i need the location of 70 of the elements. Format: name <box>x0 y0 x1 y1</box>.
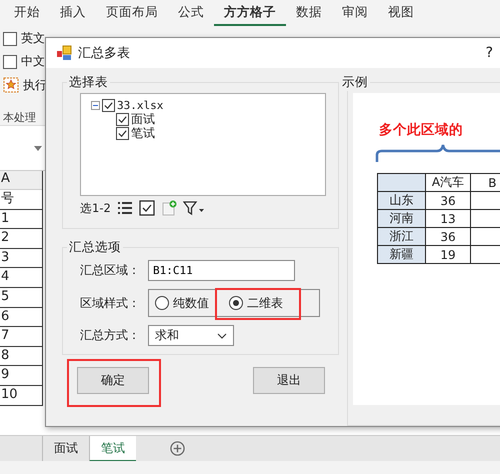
radio-label[interactable]: 二维表 <box>247 294 283 312</box>
table-row-header: 浙江 <box>378 228 426 246</box>
ribbon-tab[interactable]: 视图 <box>378 0 424 26</box>
selection-count: 选1-2 <box>80 200 111 216</box>
filter-icon[interactable] <box>182 200 205 216</box>
ribbon-tab[interactable]: 页面布局 <box>96 0 168 26</box>
column-header: A <box>0 171 42 190</box>
table-header: A汽车 <box>426 174 470 192</box>
sheet-tab[interactable]: 笔试 <box>89 436 136 462</box>
tree-item[interactable]: 33.xlsx <box>117 98 164 112</box>
table-corner-cell <box>378 174 426 192</box>
table-row-header: 山东 <box>378 192 426 210</box>
table-cell: 3 <box>0 248 42 268</box>
table-row-header: 新疆 <box>378 246 426 264</box>
table-cell: 号 <box>0 190 42 210</box>
ribbon-option-label: 中文 <box>21 53 45 70</box>
radio-label[interactable]: 纯数值 <box>173 294 209 312</box>
ribbon-tab[interactable]: 数据 <box>286 0 332 26</box>
checkbox[interactable] <box>3 32 17 46</box>
example-caption: 多个此区域的 <box>378 121 464 139</box>
table-cell: 13 <box>426 210 470 228</box>
table-header: B <box>470 174 500 192</box>
group-label: 本处理 <box>3 110 36 125</box>
checkbox[interactable] <box>116 112 129 126</box>
app-icon <box>56 45 72 61</box>
ribbon-tab[interactable]: 插入 <box>50 0 96 26</box>
dialog-title: 汇总多表 <box>78 45 130 62</box>
dropdown-caret-icon[interactable] <box>34 146 42 151</box>
add-sheet-icon[interactable] <box>160 200 177 216</box>
tree-item[interactable]: 笔试 <box>131 124 155 142</box>
table-row-header: 河南 <box>378 210 426 228</box>
table-cell: 2 <box>0 229 42 249</box>
help-button[interactable]: ? <box>486 45 493 61</box>
dialog-button[interactable]: 退出 <box>253 367 325 394</box>
table-cell: 9 <box>0 366 42 386</box>
table-cell: 5 <box>0 288 42 308</box>
dialog-button[interactable]: 确定 <box>77 367 149 394</box>
add-sheet-icon[interactable] <box>170 441 185 456</box>
radio-button[interactable] <box>229 296 243 310</box>
chevron-down-icon <box>217 332 227 338</box>
collapse-icon[interactable] <box>91 100 100 110</box>
group-title: 选择表 <box>68 74 109 91</box>
field-label: 汇总区域： <box>80 262 141 279</box>
checkbox-icon[interactable] <box>138 200 155 216</box>
field-label: 汇总方式： <box>80 327 141 344</box>
table-cell: 36 <box>426 192 470 210</box>
table-cell: 7 <box>0 327 42 347</box>
table-cell: 8 <box>0 346 42 366</box>
table-cell: 1 <box>0 210 42 230</box>
table-cell: 10 <box>0 386 42 406</box>
checkbox[interactable] <box>3 54 17 69</box>
group-title: 示例 <box>341 74 369 91</box>
ribbon-tab[interactable]: 开始 <box>4 0 50 26</box>
table-cell: 19 <box>426 246 470 264</box>
checkbox[interactable] <box>102 98 115 112</box>
ribbon-option-label: 英文 <box>21 30 45 48</box>
range-input[interactable]: B1:C11 <box>148 260 295 281</box>
method-dropdown[interactable]: 求和 <box>148 325 234 346</box>
list-icon[interactable] <box>116 200 133 216</box>
ribbon-tab[interactable]: 审阅 <box>332 0 378 26</box>
table-cell: 4 <box>0 268 42 288</box>
field-label: 区域样式： <box>80 294 141 312</box>
radio-button[interactable] <box>155 296 169 310</box>
tree-item[interactable]: 面试 <box>131 110 155 128</box>
table-cell: 6 <box>0 308 42 328</box>
ribbon-tab[interactable]: 公式 <box>168 0 214 26</box>
table-cell: 36 <box>426 228 470 246</box>
checkbox[interactable] <box>116 126 129 140</box>
brace-icon <box>375 143 500 163</box>
group-title: 汇总选项 <box>68 239 122 256</box>
